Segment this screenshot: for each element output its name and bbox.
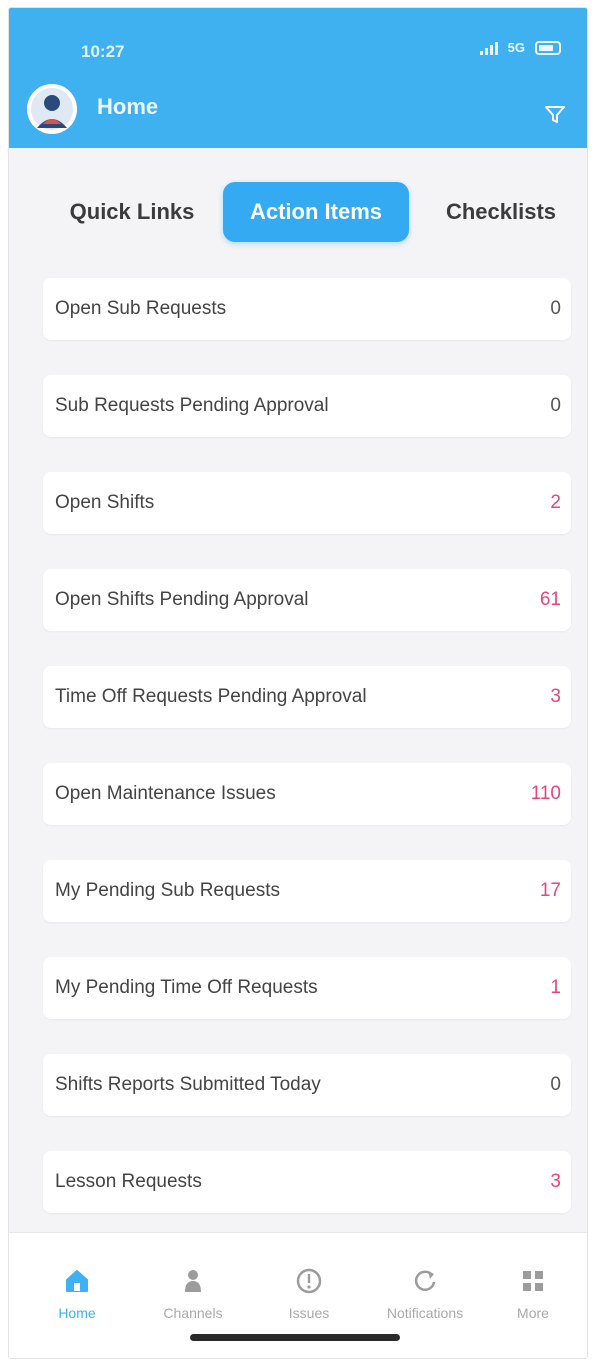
grid-icon <box>483 1263 583 1299</box>
list-item-count: 110 <box>530 783 561 804</box>
list-item-label: Open Shifts <box>55 492 155 513</box>
list-item-time-off-requests-pending-approval[interactable]: Time Off Requests Pending Approval 3 <box>43 666 571 728</box>
list-item-label: Open Shifts Pending Approval <box>55 589 309 610</box>
list-item-label: My Pending Time Off Requests <box>55 977 318 998</box>
list-item-count: 0 <box>550 1074 561 1095</box>
nav-label: Home <box>58 1305 96 1321</box>
avatar[interactable] <box>27 84 77 134</box>
list-item-count: 3 <box>550 686 561 707</box>
list-item-sub-requests-pending-approval[interactable]: Sub Requests Pending Approval 0 <box>43 375 571 437</box>
app-frame: 10:27 5G Home Quick Links Action Items C… <box>9 8 587 1358</box>
nav-home[interactable]: Home <box>19 1263 135 1321</box>
alert-circle-icon <box>251 1263 367 1299</box>
tab-bar: Quick Links Action Items Checklists <box>9 176 587 248</box>
list-item-label: Sub Requests Pending Approval <box>55 395 329 416</box>
list-item-my-pending-sub-requests[interactable]: My Pending Sub Requests 17 <box>43 860 571 922</box>
person-icon <box>135 1263 251 1299</box>
filter-icon[interactable] <box>543 102 567 126</box>
nav-label: Issues <box>288 1305 330 1321</box>
list-item-open-maintenance-issues[interactable]: Open Maintenance Issues 110 <box>43 763 571 825</box>
tab-quick-links[interactable]: Quick Links <box>39 182 225 242</box>
nav-label: Notifications <box>386 1305 464 1321</box>
nav-notifications[interactable]: Notifications <box>367 1263 483 1321</box>
list-item-count: 0 <box>550 395 561 416</box>
list-item-label: Lesson Requests <box>55 1171 202 1192</box>
list-item-count: 61 <box>539 589 561 610</box>
list-item-count: 17 <box>539 880 561 901</box>
list-item-label: My Pending Sub Requests <box>55 880 280 901</box>
page-title: Home <box>97 94 159 119</box>
nav-label: Channels <box>163 1305 223 1321</box>
app-header: 10:27 5G Home <box>9 8 587 148</box>
nav-channels[interactable]: Channels <box>135 1263 251 1321</box>
home-icon <box>19 1263 135 1299</box>
status-icons: 5G <box>479 40 561 55</box>
list-item-count: 2 <box>550 492 561 513</box>
list-item-count: 3 <box>550 1171 561 1192</box>
list-item-count: 1 <box>550 977 561 998</box>
list-item-open-shifts[interactable]: Open Shifts 2 <box>43 472 571 534</box>
list-item-lesson-requests[interactable]: Lesson Requests 3 <box>43 1151 571 1213</box>
list-item-my-pending-time-off-requests[interactable]: My Pending Time Off Requests 1 <box>43 957 571 1019</box>
nav-issues[interactable]: Issues <box>251 1263 367 1321</box>
refresh-icon <box>367 1263 483 1299</box>
list-item-label: Time Off Requests Pending Approval <box>55 686 367 707</box>
tab-checklists[interactable]: Checklists <box>427 182 575 242</box>
list-item-open-shifts-pending-approval[interactable]: Open Shifts Pending Approval 61 <box>43 569 571 631</box>
tab-action-items[interactable]: Action Items <box>223 182 409 242</box>
list-item-count: 0 <box>550 298 561 319</box>
list-item-open-sub-requests[interactable]: Open Sub Requests 0 <box>43 278 571 340</box>
list-item-shifts-reports-submitted-today[interactable]: Shifts Reports Submitted Today 0 <box>43 1054 571 1116</box>
signal-icon <box>479 41 498 55</box>
list-item-label: Open Sub Requests <box>55 298 227 319</box>
network-type: 5G <box>507 40 525 55</box>
battery-icon <box>535 40 561 55</box>
home-indicator <box>190 1334 400 1341</box>
nav-more[interactable]: More <box>483 1263 583 1321</box>
list-item-label: Open Maintenance Issues <box>55 783 276 804</box>
list-item-label: Shifts Reports Submitted Today <box>55 1074 321 1095</box>
nav-label: More <box>517 1305 549 1321</box>
status-time: 10:27 <box>81 42 125 61</box>
